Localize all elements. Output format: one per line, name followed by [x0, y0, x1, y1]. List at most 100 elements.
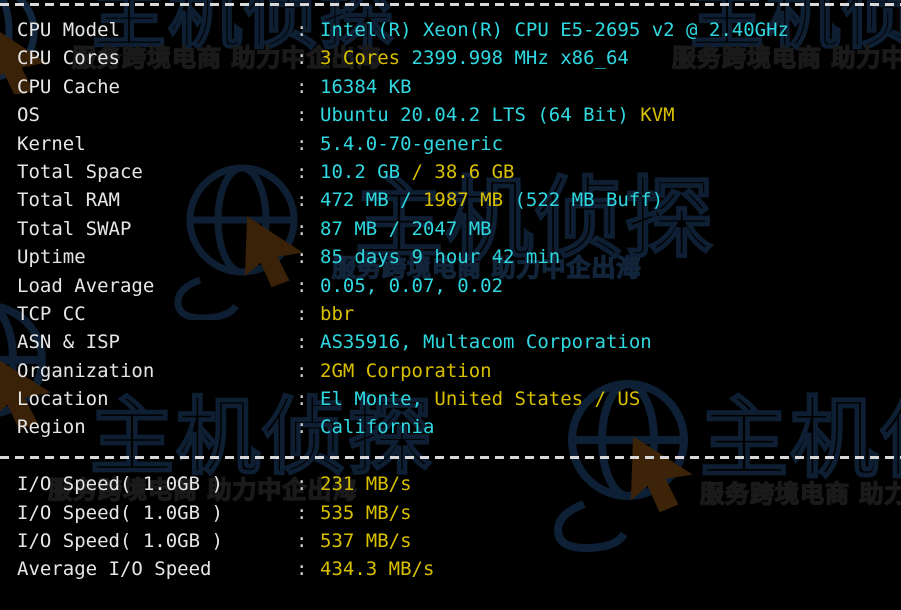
- system-info-value-segment: California: [320, 416, 435, 439]
- row-colon: :: [296, 189, 308, 212]
- row-colon: :: [296, 359, 308, 382]
- row-colon: :: [296, 104, 308, 127]
- separator-top-dashes: [0, 3, 901, 6]
- system-info-value-segment: 3 Cores: [320, 47, 412, 70]
- system-info-value-segment: 87 MB / 2047 MB: [320, 217, 492, 240]
- system-info-label: Region: [17, 416, 86, 439]
- system-info-value-segment: 5.4.0-70-generic: [320, 132, 504, 155]
- system-info-label: Uptime: [17, 246, 86, 269]
- io-speed-value: 537 MB/s: [320, 527, 412, 555]
- io-speed-value-segment: 535 MB/s: [320, 501, 412, 524]
- system-info-value-segment: 2GM Corporation: [320, 359, 492, 382]
- system-info-row: Total SWAP:87 MB / 2047 MB: [0, 215, 901, 243]
- system-info-value-segment: (522 MB Buff): [514, 189, 664, 212]
- row-colon: :: [296, 558, 308, 581]
- system-info-label: Location: [17, 388, 109, 411]
- row-colon: :: [296, 501, 308, 524]
- system-info-row: OS: Ubuntu 20.04.2 LTS (64 Bit) KVM: [0, 101, 901, 129]
- io-speed-label: I/O Speed( 1.0GB ): [17, 501, 223, 524]
- io-speed-value-segment: 231 MB/s: [320, 473, 412, 496]
- system-info-label: TCP CC: [17, 302, 86, 325]
- system-info-row: CPU Model: Intel(R) Xeon(R) CPU E5-2695 v…: [0, 16, 901, 44]
- system-info-value-segment: 0.05, 0.07, 0.02: [320, 274, 504, 297]
- system-info-value-segment: KVM: [640, 104, 675, 127]
- row-colon: :: [296, 331, 308, 354]
- system-info-value-segment: 1987 MB: [422, 189, 515, 212]
- system-info-label: ASN & ISP: [17, 331, 120, 354]
- system-info-row: Region: California: [0, 413, 901, 441]
- io-speed-section: I/O Speed( 1.0GB ):231 MB/s I/O Speed( 1.…: [0, 470, 901, 584]
- row-colon: :: [296, 302, 308, 325]
- system-info-value: 16384 KB: [320, 73, 412, 101]
- system-info-label: Total SWAP: [17, 217, 132, 240]
- system-info-value-segment: 10.2 GB: [320, 160, 412, 183]
- system-info-value-segment: 472 MB /: [320, 189, 423, 212]
- system-info-value: AS35916, Multacom Corporation: [320, 328, 652, 356]
- system-info-value-segment: AS35916, Multacom Corporation: [320, 331, 652, 354]
- terminal-output: CPU Model: Intel(R) Xeon(R) CPU E5-2695 v…: [0, 0, 901, 584]
- system-info-value: 0.05, 0.07, 0.02: [320, 272, 503, 300]
- io-speed-value: 434.3 MB/s: [320, 555, 434, 583]
- system-info-label: Total RAM: [17, 189, 120, 212]
- row-colon: :: [296, 416, 308, 439]
- separator-middle-dashes: [0, 456, 901, 460]
- row-colon: :: [296, 473, 308, 496]
- system-info-label: Load Average: [17, 274, 155, 297]
- system-info-row: TCP CC: bbr: [0, 300, 901, 328]
- io-speed-row: I/O Speed( 1.0GB ):231 MB/s: [0, 470, 901, 498]
- system-info-value-segment: 85 days 9 hour 42 min: [320, 246, 561, 269]
- system-info-row: Location: El Monte, United States / US: [0, 385, 901, 413]
- system-info-value: 5.4.0-70-generic: [320, 130, 503, 158]
- system-info-label: Kernel: [17, 132, 86, 155]
- row-colon: :: [296, 217, 308, 240]
- io-speed-label: Average I/O Speed: [17, 558, 212, 581]
- system-info-value: bbr: [320, 300, 354, 328]
- row-colon: :: [296, 274, 308, 297]
- system-info-row: Load Average:0.05, 0.07, 0.02: [0, 272, 901, 300]
- system-info-label: CPU Model: [17, 19, 120, 41]
- row-colon: :: [296, 388, 308, 411]
- row-colon: :: [296, 19, 308, 41]
- system-info-value: California: [320, 413, 434, 441]
- system-info-row: CPU Cache:16384 KB: [0, 73, 901, 101]
- system-info-value-segment: 16384 KB: [320, 75, 412, 98]
- system-info-label: OS: [17, 104, 40, 127]
- io-speed-row: I/O Speed( 1.0GB ):537 MB/s: [0, 527, 901, 555]
- system-info-value-segment: Intel(R) Xeon(R) CPU E5-2695 v2 @ 2.40GH…: [320, 19, 789, 41]
- system-info-row: ASN & ISP: AS35916, Multacom Corporation: [0, 328, 901, 356]
- system-info-value-segment: bbr: [320, 302, 355, 325]
- system-info-value: El Monte, United States / US: [320, 385, 640, 413]
- row-colon: :: [296, 160, 308, 183]
- io-speed-row: I/O Speed( 1.0GB ):535 MB/s: [0, 499, 901, 527]
- system-info-value: 85 days 9 hour 42 min: [320, 243, 560, 271]
- system-info-value: 2GM Corporation: [320, 357, 492, 385]
- io-speed-row: Average I/O Speed:434.3 MB/s: [0, 555, 901, 583]
- system-info-section: CPU Model: Intel(R) Xeon(R) CPU E5-2695 v…: [0, 16, 901, 442]
- system-info-row: Organization:2GM Corporation: [0, 357, 901, 385]
- row-colon: :: [296, 47, 308, 70]
- io-speed-label: I/O Speed( 1.0GB ): [17, 473, 223, 496]
- io-speed-label: I/O Speed( 1.0GB ): [17, 530, 223, 553]
- system-info-value-segment: Ubuntu 20.04.2 LTS (64 Bit): [320, 104, 641, 127]
- io-speed-value: 231 MB/s: [320, 470, 412, 498]
- system-info-value: 3 Cores 2399.998 MHz x86_64: [320, 44, 629, 72]
- row-colon: :: [296, 246, 308, 269]
- system-info-value-segment: 2399.998 MHz x86_64: [411, 47, 629, 70]
- row-colon: :: [296, 132, 308, 155]
- io-speed-value-segment: 434.3 MB/s: [320, 558, 435, 581]
- system-info-label: CPU Cache: [17, 75, 120, 98]
- system-info-value-segment: El Monte,: [320, 388, 435, 411]
- io-speed-value-segment: 537 MB/s: [320, 530, 412, 553]
- separator-top: [0, 0, 901, 16]
- system-info-value-segment: / 38.6 GB: [411, 160, 515, 183]
- system-info-value: Ubuntu 20.04.2 LTS (64 Bit) KVM: [320, 101, 675, 129]
- system-info-value-segment: United States / US: [434, 388, 641, 411]
- row-colon: :: [296, 530, 308, 553]
- system-info-row: Total RAM:472 MB / 1987 MB (522 MB Buff): [0, 186, 901, 214]
- system-info-value: Intel(R) Xeon(R) CPU E5-2695 v2 @ 2.40GH…: [320, 16, 789, 44]
- system-info-label: Total Space: [17, 160, 143, 183]
- system-info-value: 87 MB / 2047 MB: [320, 215, 492, 243]
- system-info-row: CPU Cores:3 Cores 2399.998 MHz x86_64: [0, 44, 901, 72]
- system-info-row: Uptime:85 days 9 hour 42 min: [0, 243, 901, 271]
- row-colon: :: [296, 75, 308, 98]
